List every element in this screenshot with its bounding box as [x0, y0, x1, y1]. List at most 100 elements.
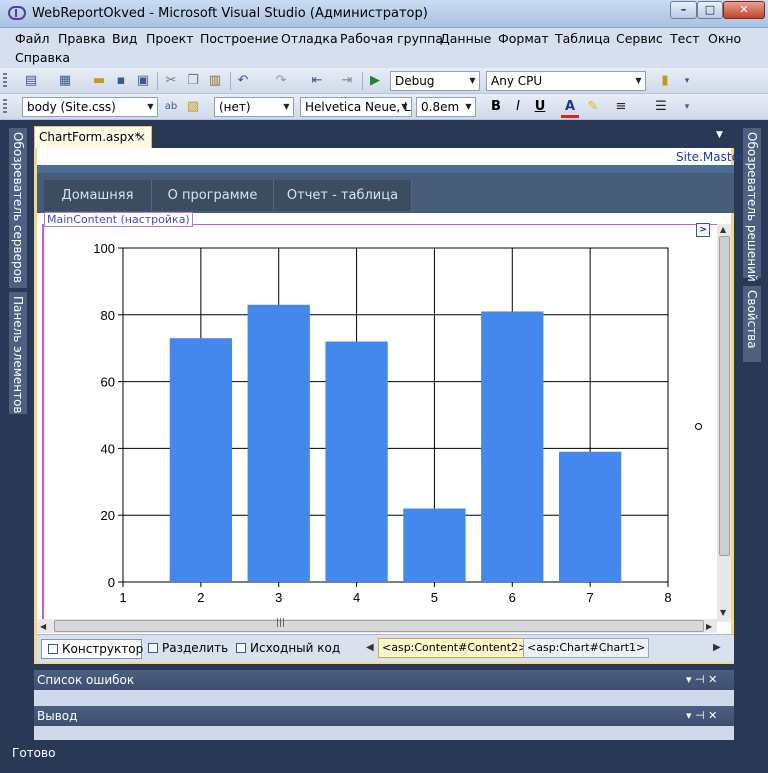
- menu-team[interactable]: Рабочая группа: [340, 31, 443, 46]
- vertical-scroll-thumb[interactable]: [719, 236, 730, 556]
- add-item-icon[interactable]: ▦: [56, 72, 74, 90]
- master-page-link[interactable]: Site.Master: [676, 150, 744, 164]
- save-icon[interactable]: ▪: [112, 72, 130, 90]
- active-files-dropdown-icon[interactable]: ▼: [716, 130, 723, 140]
- block-format-select[interactable]: (нет) ▼: [214, 97, 294, 117]
- scroll-right-icon[interactable]: ▶: [706, 622, 712, 631]
- target-rule-select[interactable]: body (Site.css) ▼: [22, 97, 158, 117]
- output-title: Вывод: [37, 709, 78, 723]
- content-placeholder-label[interactable]: MainContent (настройка): [44, 212, 193, 227]
- font-size-value: 0.8em: [421, 100, 460, 114]
- resize-handle[interactable]: [695, 423, 702, 430]
- menu-help[interactable]: Справка: [15, 50, 70, 65]
- menu-project[interactable]: Проект: [146, 31, 194, 46]
- bar-3: [247, 304, 310, 582]
- style-application-icon[interactable]: ab: [162, 98, 180, 116]
- solution-platform-select[interactable]: Any CPU ▼: [486, 71, 646, 91]
- font-name-value: Helvetica Neue, L: [305, 100, 411, 114]
- navigate-forward-icon[interactable]: ⇥: [338, 72, 356, 90]
- window-controls-icon[interactable]: ▾ ⊣ ✕: [686, 706, 717, 726]
- menu-data[interactable]: Данные: [440, 31, 491, 46]
- horizontal-scroll-thumb[interactable]: [54, 620, 704, 632]
- redo-icon[interactable]: ↷: [272, 72, 290, 90]
- maximize-button[interactable]: □: [697, 1, 723, 19]
- start-debugging-icon[interactable]: ▶: [366, 72, 384, 90]
- breadcrumb-content2[interactable]: <asp:Content#Content2>: [378, 638, 532, 658]
- menu-test[interactable]: Тест: [670, 31, 699, 46]
- bar-6: [481, 311, 544, 582]
- tab-chartform[interactable]: ChartForm.aspx*: [34, 126, 152, 148]
- menu-build[interactable]: Построение: [200, 31, 278, 46]
- cut-icon[interactable]: ✂: [162, 72, 180, 90]
- copy-icon[interactable]: ❐: [184, 72, 202, 90]
- visual-studio-icon: [8, 6, 26, 20]
- numbering-icon[interactable]: ☰: [652, 98, 670, 116]
- scroll-grip-icon: |||: [276, 618, 286, 628]
- window-controls-icon[interactable]: ▾ ⊣ ✕: [686, 670, 717, 690]
- menu-view[interactable]: Вид: [112, 31, 137, 46]
- designer-icon: [48, 644, 58, 654]
- menu-file[interactable]: Файл: [15, 31, 50, 46]
- bar-4: [325, 341, 388, 582]
- chevron-down-icon: ▼: [283, 102, 290, 111]
- toolbox-tab[interactable]: Панель элементов: [9, 292, 27, 414]
- solution-explorer-tab[interactable]: Обозреватель решений: [743, 128, 761, 282]
- menu-edit[interactable]: Правка: [58, 31, 106, 46]
- menu-debug[interactable]: Отладка: [281, 31, 338, 46]
- close-tab-icon[interactable]: ×: [136, 130, 146, 144]
- italic-button[interactable]: I: [509, 98, 527, 116]
- properties-tab[interactable]: Свойства: [743, 286, 761, 362]
- source-view-button[interactable]: Исходный код: [230, 639, 344, 659]
- bar-7: [559, 451, 622, 582]
- nav-tab-about[interactable]: О программе: [152, 180, 274, 211]
- minimize-button[interactable]: –: [670, 1, 697, 19]
- underline-button[interactable]: U: [531, 98, 549, 116]
- y-tick-label: 20: [101, 508, 115, 523]
- menu-window[interactable]: Окно: [708, 31, 741, 46]
- open-folder-icon[interactable]: ▬: [90, 72, 108, 90]
- reuse-style-icon[interactable]: ▧: [184, 98, 202, 116]
- x-tick-label: 6: [509, 590, 516, 605]
- chevron-down-icon: ▼: [465, 102, 472, 111]
- scroll-left-icon[interactable]: ◀: [40, 622, 46, 631]
- x-tick-label: 8: [664, 590, 671, 605]
- toolbar-grip[interactable]: [3, 73, 7, 89]
- breadcrumb-chart1[interactable]: <asp:Chart#Chart1>: [523, 638, 650, 658]
- highlight-color-icon[interactable]: ✎: [584, 98, 602, 116]
- paste-icon[interactable]: ▥: [206, 72, 224, 90]
- chevron-down-icon: ▼: [401, 102, 408, 111]
- nav-tab-report-table[interactable]: Отчет - таблица: [274, 180, 412, 211]
- toolbar-options-icon[interactable]: ▾: [678, 98, 696, 116]
- navigate-backward-icon[interactable]: ⇤: [308, 72, 326, 90]
- solution-config-select[interactable]: Debug ▼: [390, 71, 480, 91]
- output-header[interactable]: Вывод ▾ ⊣ ✕: [34, 706, 734, 726]
- split-view-button[interactable]: Разделить: [142, 639, 232, 659]
- scroll-up-icon[interactable]: ▲: [720, 225, 726, 234]
- bold-button[interactable]: B: [487, 98, 505, 116]
- menu-format[interactable]: Формат: [498, 31, 549, 46]
- bar-chart[interactable]: 1 2 3 4 5 6 7 8020406080100: [44, 232, 714, 612]
- x-tick-label: 2: [197, 590, 204, 605]
- undo-icon[interactable]: ↶: [234, 72, 252, 90]
- nav-tab-home[interactable]: Домашняя: [44, 180, 152, 211]
- toolbar-options-icon[interactable]: ▾: [678, 72, 696, 90]
- tag-nav-right-icon[interactable]: ▶: [713, 642, 721, 653]
- menu-tools[interactable]: Сервис: [616, 31, 663, 46]
- scroll-down-icon[interactable]: ▼: [720, 608, 726, 617]
- toolbar-grip[interactable]: [3, 99, 7, 115]
- close-button[interactable]: ✕: [723, 1, 765, 19]
- designer-view-button[interactable]: Конструктор: [41, 639, 143, 659]
- server-explorer-tab[interactable]: Обозреватель серверов: [9, 128, 27, 288]
- menu-table[interactable]: Таблица: [555, 31, 610, 46]
- tag-nav-left-icon[interactable]: ◀: [366, 642, 374, 653]
- y-tick-label: 80: [101, 308, 115, 323]
- error-list-header[interactable]: Список ошибок ▾ ⊣ ✕: [34, 670, 734, 690]
- foreground-color-button[interactable]: A: [561, 98, 579, 118]
- x-tick-label: 4: [353, 590, 360, 605]
- justify-icon[interactable]: ≡: [612, 98, 630, 116]
- font-name-select[interactable]: Helvetica Neue, L ▼: [300, 97, 412, 117]
- find-in-files-icon[interactable]: ▮: [656, 72, 674, 90]
- font-size-select[interactable]: 0.8em ▼: [416, 97, 476, 117]
- save-all-icon[interactable]: ▣: [134, 72, 152, 90]
- new-project-icon[interactable]: ▤: [22, 72, 40, 90]
